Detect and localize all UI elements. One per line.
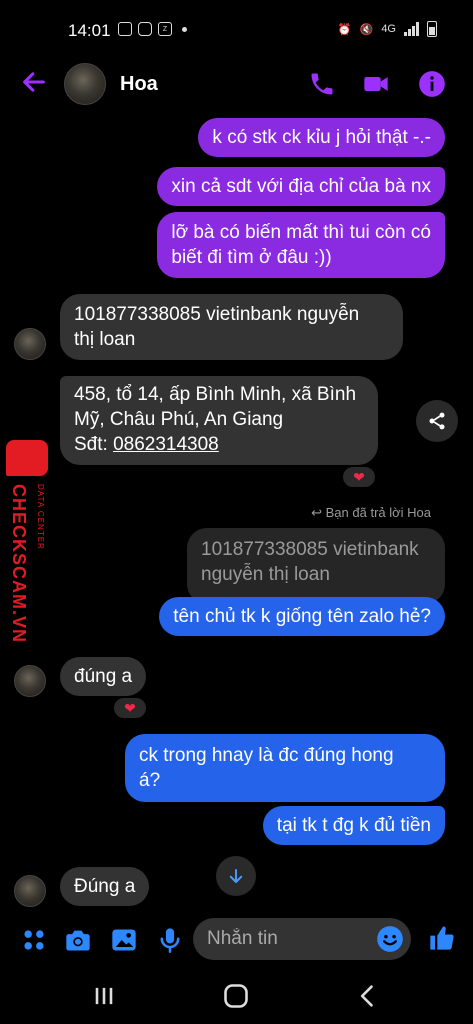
mic-icon[interactable] [156,926,184,954]
message-text: thị loan [74,329,136,350]
home-icon[interactable] [222,982,250,1010]
avatar [14,328,46,360]
recent-apps-icon[interactable] [90,982,118,1010]
contact-name[interactable]: Hoa [120,73,158,96]
chevron-down-icon [229,869,243,883]
battery-icon [427,21,437,37]
outgoing-message[interactable]: ck trong hnay là đc đúng hong á? [125,734,445,802]
outgoing-message[interactable]: xin cả sdt với địa chỉ của bà nx [157,167,445,206]
more-notifications-icon [182,26,187,32]
network-label: 4G [381,23,396,35]
status-time: 14:01 [68,21,111,40]
chat-header: Hoa [0,50,473,116]
apps-icon[interactable] [20,926,48,954]
reply-label-text: Bạn đã trả lời Hoa [325,505,431,520]
incoming-message[interactable]: đúng a [60,657,147,696]
incoming-message[interactable]: 101877338085 vietinbank nguyễn thị loan [60,294,403,360]
message-text: ck trong hnay là đc đúng hong [139,745,394,766]
message-text: tại tk t đg k đủ tiền [276,815,431,836]
notification-icons: Z [118,22,187,36]
outgoing-message[interactable]: tên chủ tk k giống tên zalo hẻ? [159,597,445,636]
video-icon[interactable] [362,70,390,98]
info-icon[interactable] [418,70,446,98]
reply-indicator: ↩ Bạn đã trả lời Hoa [311,505,431,521]
signal-icon [404,22,419,36]
reply-icon: ↩ [311,505,326,520]
emoji-icon[interactable] [376,925,404,953]
outgoing-message[interactable]: lỡ bà có biến mất thì tui còn có biết đi… [157,212,445,278]
scroll-to-bottom-button[interactable] [216,856,256,896]
quoted-text: 101877338085 vietinbank [201,539,419,560]
android-nav-bar [0,968,473,1024]
back-nav-icon[interactable] [354,982,382,1010]
image-notification-icon [118,22,132,36]
message-text: k có stk ck kỉu j hỏi thật -.- [212,127,431,148]
composer [0,912,473,968]
share-icon [429,412,445,430]
quoted-text: nguyễn thị loan [201,564,330,585]
avatar [14,665,46,697]
instagram-icon [138,22,152,36]
gallery-icon[interactable] [110,926,138,954]
heart-reaction[interactable]: ❤ [112,696,148,720]
heart-reaction[interactable]: ❤ [341,465,377,489]
watermark: CHECKSCAM.VN DATA CENTER [6,440,50,644]
avatar [14,875,46,907]
message-text: đúng a [74,666,133,687]
outgoing-message[interactable]: k có stk ck kỉu j hỏi thật -.- [198,118,445,157]
outgoing-message[interactable]: tại tk t đg k đủ tiền [262,806,445,845]
phone-number-link[interactable]: 0862314308 [113,434,219,455]
message-list[interactable]: k có stk ck kỉu j hỏi thật -.- xin cả sd… [0,116,473,916]
message-text: biết đi tìm ở đâu :)) [171,247,332,268]
incoming-message[interactable]: Đúng a [60,867,150,906]
message-text: 458, tổ 14, ấp Bình Minh, xã Bình [74,384,357,405]
incoming-message[interactable]: 458, tổ 14, ấp Bình Minh, xã Bình Mỹ, Ch… [60,376,378,465]
status-bar: 14:01 Z ⏰ 🔇 4G [0,0,473,50]
mute-icon: 🔇 [359,23,374,36]
camera-icon[interactable] [64,926,92,954]
share-button[interactable] [416,400,458,442]
like-icon[interactable] [428,924,456,952]
message-text: tên chủ tk k giống tên zalo hẻ? [173,606,431,627]
status-right: ⏰ 🔇 4G [338,21,437,37]
zalo-icon: Z [158,22,172,36]
message-text: Đúng a [74,876,136,897]
watermark-brand: CHECKSCAM.VN [9,484,29,644]
contact-avatar[interactable] [64,63,106,105]
message-text: 101877338085 vietinbank nguyễn [74,304,360,325]
message-text: lỡ bà có biến mất thì tui còn có [171,222,431,243]
message-text: Sđt: [74,434,114,455]
back-arrow-icon[interactable] [20,68,48,96]
message-text: á? [139,770,161,791]
message-text: xin cả sdt với địa chỉ của bà nx [171,176,431,197]
phone-icon[interactable] [308,70,336,98]
watermark-sub: DATA CENTER [36,484,45,550]
alarm-icon: ⏰ [337,23,352,36]
message-text: Mỹ, Châu Phú, An Giang [74,409,284,430]
watermark-logo [6,440,48,476]
quoted-message[interactable]: 101877338085 vietinbank nguyễn thị loan [187,528,445,604]
